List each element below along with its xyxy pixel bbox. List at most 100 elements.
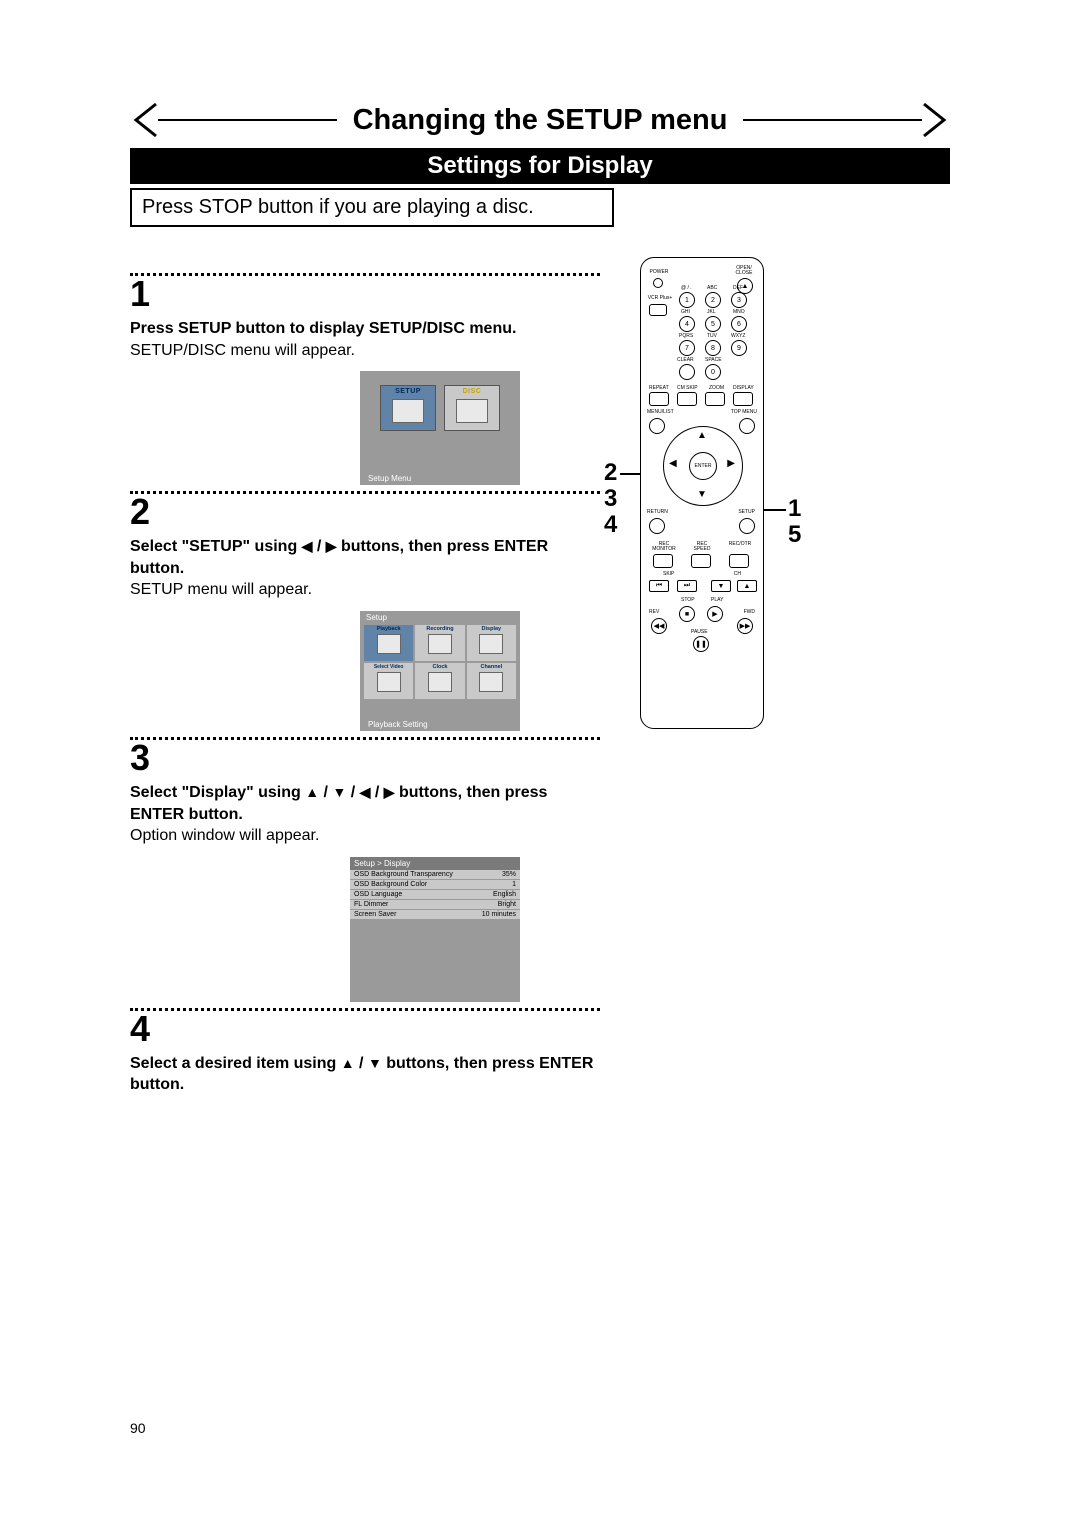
power-label: POWER [647,270,671,275]
space-label: SPACE [705,358,722,363]
return-label: RETURN [647,510,668,515]
vcrplus-button [649,304,667,316]
enter-button: ENTER [689,452,717,480]
osd-cell-recording: Recording [415,625,464,661]
dpad-down-icon: ▼ [697,489,707,500]
osd-setup-disc-screen: SETUP DISC Setup Menu [360,371,520,485]
cm-skip-button [677,392,697,406]
right-arrow-icon: ▶ [326,538,337,554]
title-rule-left [158,119,337,121]
callout-left-2: 2 [604,459,617,487]
osd-title: Setup [366,613,387,622]
step-3-text: Option window will appear. [130,827,319,844]
clear-label: CLEAR [677,358,694,363]
left-arrow-icon: ◀ [360,784,371,800]
num-6-button: 6 [731,316,747,332]
page-title: Changing the SETUP menu [337,104,744,137]
step-1-body: Press SETUP button to display SETUP/DISC… [130,318,600,361]
stop-button: ■ [679,606,695,622]
instructions-column: 1 Press SETUP button to display SETUP/DI… [130,267,600,1106]
section-subtitle: Settings for Display [130,148,950,184]
page-number: 90 [130,1420,146,1436]
zoom-button [705,392,725,406]
return-button [649,518,665,534]
callout-left-3: 3 [604,485,617,513]
disc-icon [456,399,488,423]
rev-button: ◀◀ [651,618,667,634]
step-number: 1 [130,276,600,312]
topmenu-label: TOP MENU [731,410,757,415]
osd-caption: Setup Menu [368,474,411,483]
video-cable-icon [377,672,401,692]
callout-left-4: 4 [604,511,617,539]
dpad-left-icon: ◀ [669,458,677,469]
play-triangle-icon [377,634,401,654]
clear-button [679,364,695,380]
callout-right-5: 5 [788,521,801,549]
direction-pad: ENTER ▲ ▼ ◀ ▶ [663,426,741,504]
play-button: ▶ [707,606,723,622]
rec-monitor-button [653,554,673,568]
osd-list-row: FL DimmerBright [350,900,520,910]
topmenu-button [739,418,755,434]
num-3-button: 3 [731,292,747,308]
skip-label: SKIP [663,572,674,577]
down-arrow-icon: ▼ [368,1055,382,1071]
step-2-text: SETUP menu will appear. [130,581,312,598]
open-close-label: OPEN/ CLOSE [731,266,757,276]
menulist-label: MENU/LIST [647,410,674,415]
step-3-body: Select "Display" using ▲ / ▼ / ◀ / ▶ but… [130,782,600,847]
step-1-text: SETUP/DISC menu will appear. [130,342,355,359]
skip-prev-button: ⏮ [649,580,669,592]
num-2-button: 2 [705,292,721,308]
title-rule-right [743,119,922,121]
osd-cell-playback: Playback [364,625,413,661]
osd-display-options-screen: Setup > Display OSD Background Transpare… [350,857,520,1002]
rec-speed-button [691,554,711,568]
bracket-left-icon [130,100,158,140]
remote-control-diagram: POWER OPEN/ CLOSE ▲ VCR Plus+ @ / . ABC … [640,257,764,729]
osd-caption: Playback Setting [368,720,428,729]
osd-cell-clock: Clock [415,663,464,699]
ch-up-button: ▲ [737,580,757,592]
num-1-button: 1 [679,292,695,308]
page-title-bar: Changing the SETUP menu [130,100,950,140]
fwd-button: ▶▶ [737,618,753,634]
num-7-button: 7 [679,340,695,356]
bracket-right-icon [922,100,950,140]
rec-otr-button [729,554,749,568]
osd-setup-menu-screen: Setup Playback Recording Display Select … [360,611,520,731]
fwd-label: FWD [744,610,755,615]
power-button [653,278,663,288]
setup-label: SETUP [738,510,755,515]
osd-list-row: Screen Saver10 minutes [350,910,520,920]
up-arrow-icon: ▲ [305,784,319,800]
skip-next-button: ⏭ [677,580,697,592]
repeat-button [649,392,669,406]
vcrplus-label: VCR Plus+ [647,296,673,301]
up-arrow-icon: ▲ [341,1055,355,1071]
precondition-note: Press STOP button if you are playing a d… [130,188,614,227]
down-arrow-icon: ▼ [332,784,346,800]
dpad-up-icon: ▲ [697,430,707,441]
osd-list-row: OSD Background Color1 [350,880,520,890]
left-arrow-icon: ◀ [302,538,313,554]
step-number: 3 [130,740,600,776]
callout-right-1: 1 [788,495,801,523]
num-0-button: 0 [705,364,721,380]
osd-tab-setup: SETUP [380,385,436,431]
rev-label: REV [649,610,659,615]
step-number: 2 [130,494,600,530]
pause-button: ❚❚ [693,636,709,652]
step-4-body: Select a desired item using ▲ / ▼ button… [130,1053,600,1096]
num-5-button: 5 [705,316,721,332]
num-4-button: 4 [679,316,695,332]
antenna-icon [479,672,503,692]
osd-list-header: Setup > Display [350,857,520,870]
step-number: 4 [130,1011,600,1047]
ch-down-button: ▼ [711,580,731,592]
osd-tab-disc: DISC [444,385,500,431]
osd-list-row: OSD Background Transparency35% [350,870,520,880]
dpad-right-icon: ▶ [727,458,735,469]
record-dot-icon [428,634,452,654]
